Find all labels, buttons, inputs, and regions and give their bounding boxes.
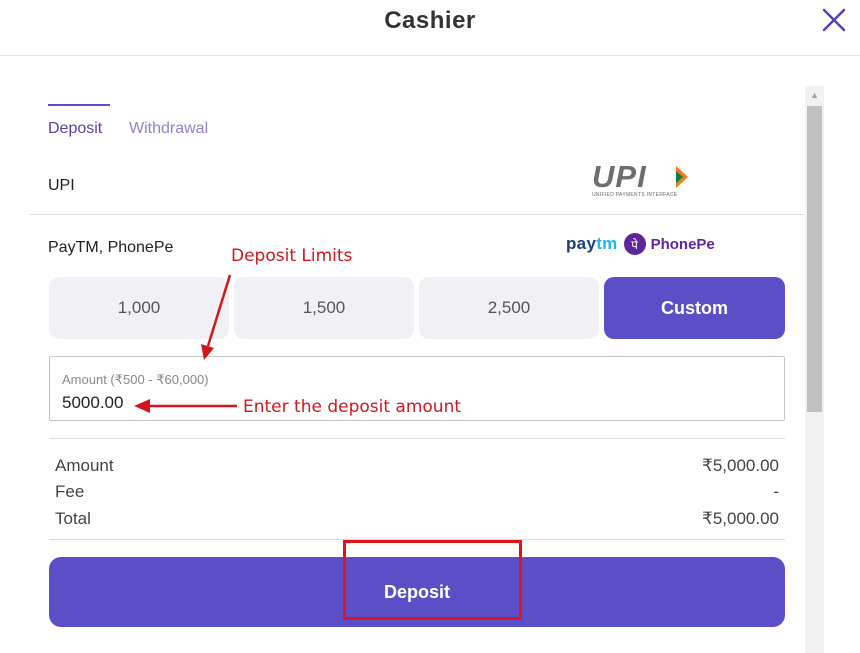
summary-amount-label: Amount bbox=[55, 456, 114, 475]
tab-deposit[interactable]: Deposit bbox=[48, 120, 102, 138]
page-title: Cashier bbox=[384, 7, 476, 34]
method-upi-label[interactable]: UPI bbox=[48, 177, 75, 195]
summary-fee-value: - bbox=[773, 482, 779, 501]
amount-option-1000[interactable]: 1,000 bbox=[49, 277, 229, 339]
amount-option-custom[interactable]: Custom bbox=[604, 277, 785, 339]
scroll-up-arrow-icon[interactable]: ▲ bbox=[805, 86, 824, 104]
active-tab-indicator bbox=[48, 104, 110, 106]
summary-amount-value: ₹5,000.00 bbox=[702, 456, 779, 475]
annotation-enter-amount: Enter the deposit amount bbox=[243, 397, 462, 417]
amount-option-1500[interactable]: 1,500 bbox=[234, 277, 414, 339]
close-icon[interactable] bbox=[819, 5, 849, 35]
summary-divider-bottom bbox=[49, 539, 785, 540]
paytm-phonepe-logo: paytm पे PhonePe bbox=[566, 233, 715, 255]
upi-logo: UPI UNIFIED PAYMENTS INTERFACE bbox=[592, 160, 698, 202]
summary-total-label: Total bbox=[55, 509, 91, 528]
header-bar: Cashier bbox=[0, 0, 860, 56]
deposit-button[interactable]: Deposit bbox=[49, 557, 785, 627]
scrollbar-thumb[interactable] bbox=[807, 106, 822, 412]
method-wallets-label[interactable]: PayTM, PhonePe bbox=[48, 239, 173, 257]
method-divider bbox=[30, 214, 804, 215]
summary-fee-label: Fee bbox=[55, 482, 85, 501]
amount-field-label: Amount (₹500 - ₹60,000) bbox=[62, 372, 209, 387]
annotation-deposit-limits: Deposit Limits bbox=[231, 246, 353, 266]
summary-divider-top bbox=[49, 438, 785, 439]
tab-withdrawal[interactable]: Withdrawal bbox=[129, 120, 208, 138]
summary-total-value: ₹5,000.00 bbox=[702, 509, 779, 528]
amount-option-2500[interactable]: 2,500 bbox=[419, 277, 599, 339]
